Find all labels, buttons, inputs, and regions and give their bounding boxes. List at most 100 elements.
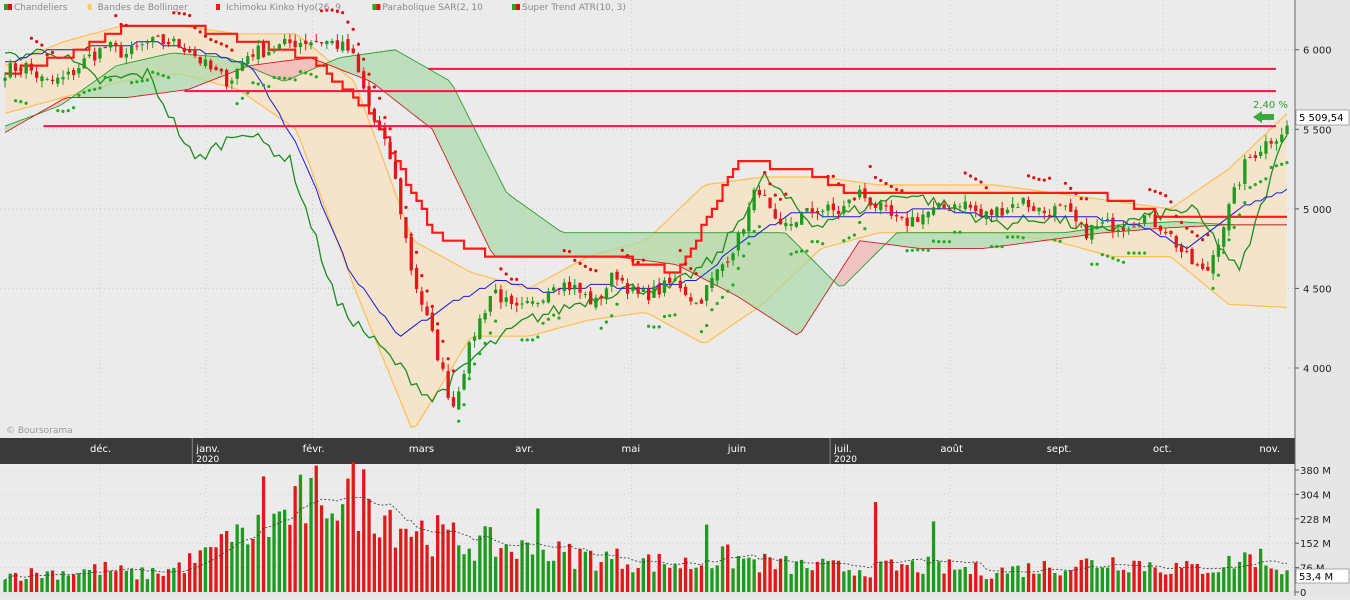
sar-dot	[410, 234, 413, 237]
sar-dot	[114, 14, 117, 17]
sar-dot	[964, 171, 967, 174]
candle-body	[547, 291, 550, 302]
sar-dot	[426, 289, 429, 292]
volume-bar	[584, 552, 587, 592]
stock-chart: 4 0004 5005 0005 5006 000déc.janv.2020fé…	[0, 0, 1350, 596]
volume-bar	[93, 564, 96, 592]
sar-dot	[874, 176, 877, 179]
volume-bar	[505, 545, 508, 593]
volume-bar	[141, 567, 144, 592]
candle-body	[1001, 208, 1004, 216]
candle-body	[352, 49, 355, 54]
ichimoku-cloud-segment	[596, 233, 601, 257]
price-tick-label: 5 000	[1303, 205, 1332, 216]
volume-bar	[193, 563, 196, 592]
candle-body	[526, 301, 529, 303]
sar-dot	[104, 76, 107, 79]
volume-bar	[842, 571, 845, 592]
sar-dot	[879, 179, 882, 182]
sar-dot	[283, 77, 286, 80]
candle-body	[325, 41, 328, 44]
volume-bar	[346, 479, 349, 592]
sar-dot	[452, 369, 455, 372]
volume-bar	[199, 550, 202, 592]
sar-dot	[615, 303, 618, 306]
volume-bar	[853, 576, 856, 592]
month-label: nov.	[1259, 444, 1280, 455]
volume-bar	[267, 537, 270, 592]
volume-bar	[848, 570, 851, 592]
volume-bar	[1264, 566, 1267, 593]
volume-bar	[304, 523, 307, 592]
volume-bar	[1006, 574, 1009, 593]
sar-dot	[162, 74, 165, 77]
sar-dot	[800, 250, 803, 253]
candle-body	[130, 46, 133, 54]
legend-label: Super Trend ATR(10, 3)	[522, 3, 626, 13]
volume-bar	[378, 537, 381, 592]
volume-bar	[932, 521, 935, 592]
volume-bar	[1201, 574, 1204, 592]
ichimoku-cloud-segment	[512, 196, 517, 256]
sar-dot	[705, 324, 708, 327]
candle-body	[795, 222, 798, 227]
volume-bar	[331, 514, 334, 593]
sar-dot	[1190, 230, 1193, 233]
candle-body	[193, 50, 196, 57]
sar-dot	[415, 251, 418, 254]
ichimoku-cloud-segment	[617, 233, 622, 258]
sar-dot	[135, 80, 138, 83]
volume-bar	[1069, 570, 1072, 592]
year-label: 2020	[834, 455, 857, 465]
volume-bar	[1217, 572, 1220, 592]
candle-body	[969, 205, 972, 208]
sar-dot	[1048, 177, 1051, 180]
volume-bar	[1148, 562, 1151, 592]
volume-bar	[552, 561, 555, 592]
ichimoku-cloud-segment	[1039, 233, 1044, 242]
sar-dot	[1270, 166, 1273, 169]
candle-body	[1212, 255, 1215, 274]
candle-body	[294, 41, 297, 48]
candle-body	[800, 212, 803, 224]
candle-body	[288, 39, 291, 43]
candle-body	[995, 207, 998, 216]
volume-bar	[995, 573, 998, 592]
ichimoku-cloud-segment	[971, 233, 976, 249]
candle-body	[1254, 155, 1257, 158]
candle-body	[594, 298, 597, 308]
volume-bar	[410, 537, 413, 592]
volume-bar	[731, 568, 734, 592]
month-label: févr.	[303, 443, 325, 455]
sar-dot	[795, 250, 798, 253]
legend-swatch	[88, 4, 92, 10]
sar-dot	[304, 71, 307, 74]
sar-dot	[990, 245, 993, 248]
sar-dot	[473, 362, 476, 365]
volume-bar	[642, 558, 645, 592]
ichimoku-cloud-segment	[997, 233, 1002, 247]
ichimoku-cloud-segment	[796, 244, 801, 335]
candle-body	[1196, 264, 1199, 265]
candle-body	[631, 287, 634, 291]
candle-body	[557, 289, 560, 290]
candle-body	[742, 230, 745, 235]
sar-dot	[1201, 238, 1204, 241]
volume-bar	[858, 570, 861, 592]
volume-bar	[67, 576, 70, 593]
sar-dot	[937, 240, 940, 243]
volume-bar	[879, 562, 882, 593]
sar-dot	[294, 78, 297, 81]
sar-dot	[594, 269, 597, 272]
candle-body	[874, 204, 877, 208]
ichimoku-cloud-segment	[955, 233, 960, 249]
month-label: juil.	[833, 444, 852, 455]
candle-body	[431, 313, 434, 331]
sar-dot	[199, 30, 202, 33]
sar-dot	[1222, 251, 1225, 254]
candle-body	[536, 303, 539, 304]
sar-dot	[1159, 192, 1162, 195]
volume-bar	[742, 559, 745, 592]
sar-dot	[811, 240, 814, 243]
candle-body	[948, 210, 951, 211]
